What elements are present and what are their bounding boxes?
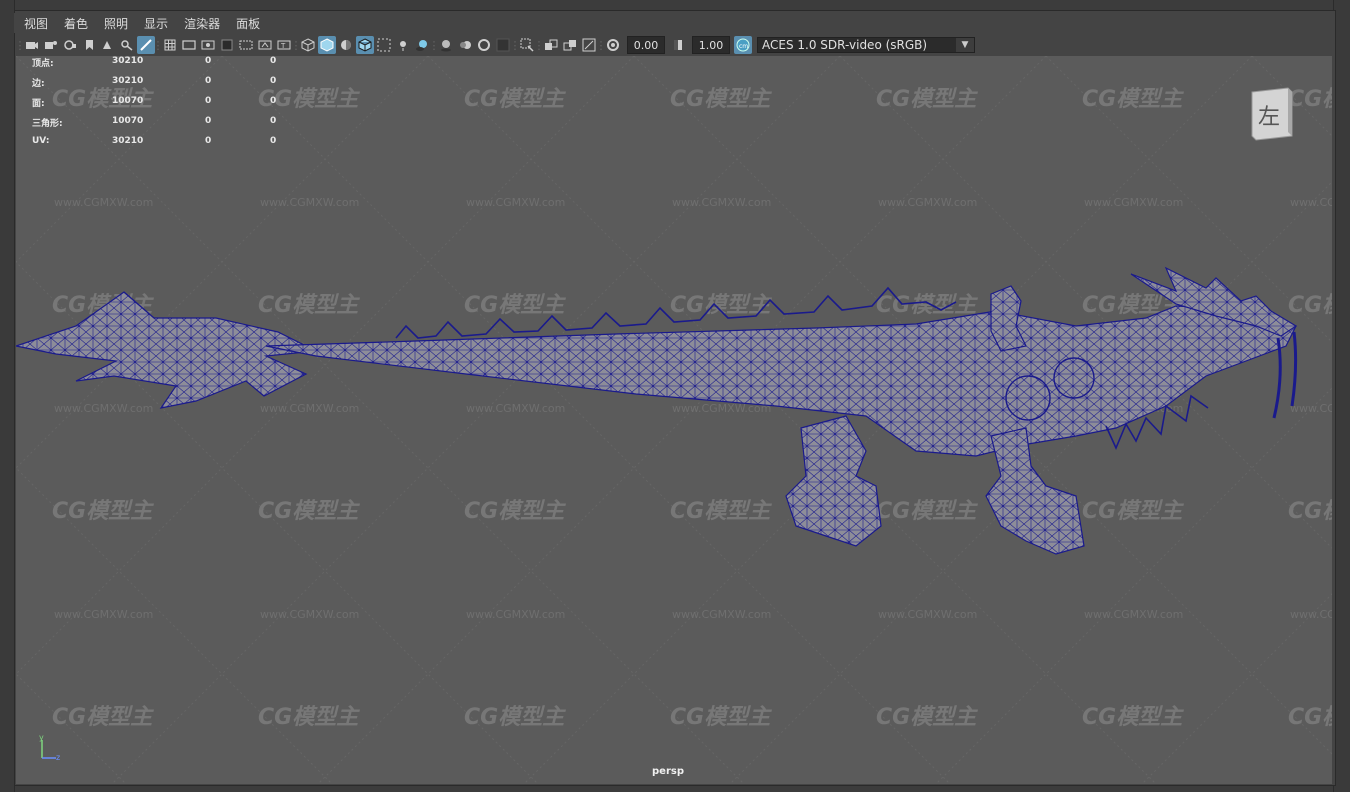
toolbar-separator: ⋮ [290,38,302,52]
menu-lighting[interactable]: 照明 [94,15,134,32]
grease-pencil-icon[interactable] [99,36,117,54]
ambient-occlusion-icon[interactable] [437,36,455,54]
multisample-aa-icon[interactable] [475,36,493,54]
back-leg [785,415,882,547]
menu-panels[interactable]: 面板 [226,15,266,32]
dragon-body [265,305,1297,457]
svg-text:T: T [280,42,286,50]
xray-active-icon[interactable] [561,36,579,54]
panel-menubar: 视图 着色 照明 显示 渲染器 面板 [14,13,1334,33]
camera-name: persp [652,766,684,777]
hud-value: 30210 [112,76,144,86]
grid-icon[interactable] [161,36,179,54]
shoulder-armor [1005,375,1051,421]
axis-gizmo: y z [36,733,66,764]
hud-label: 面: [32,99,45,109]
smooth-shade-icon[interactable] [318,36,336,54]
panel-toolbar: ⋮ ⋮ T ⋮ ⋮ ⋮ ⋮ ⋮ 0.00 1.00 cm ACES 1.0 SD… [15,34,1332,56]
image-plane-icon[interactable] [80,36,98,54]
toolbar-separator: ⋮ [152,38,164,52]
toolbar-separator: ⋮ [509,38,521,52]
select-camera-icon[interactable] [23,36,41,54]
chest-armor [1053,357,1095,399]
hud-value: 30210 [112,56,144,66]
wireframe-icon[interactable] [299,36,317,54]
hud-value: 30210 [112,136,144,146]
color-management-icon[interactable]: cm [734,36,752,54]
exposure-icon[interactable] [604,36,622,54]
motion-blur-icon[interactable] [456,36,474,54]
film-gate-icon[interactable] [180,36,198,54]
hud-value: 0 [270,116,277,126]
view-transform-dropdown[interactable]: ACES 1.0 SDR-video (sRGB) ▼ [757,37,975,53]
2d-pan-zoom-icon[interactable] [118,36,136,54]
hud-value: 0 [205,76,212,86]
chevron-down-icon[interactable]: ▼ [956,38,974,52]
hud-value: 10070 [112,116,144,126]
hud-value: 0 [270,96,277,106]
toolbar-separator: ⋮ [428,38,440,52]
gamma-field[interactable]: 1.00 [692,36,730,54]
axis-z-label: z [56,753,60,762]
field-chart-icon[interactable] [237,36,255,54]
menu-view[interactable]: 视图 [14,15,54,32]
svg-text:cm: cm [739,43,748,50]
hud-label: 三角形: [32,119,63,129]
left-edge [0,0,15,792]
menu-show[interactable]: 显示 [134,15,174,32]
axis-y-label: y [39,734,44,742]
hud-value: 0 [205,116,212,126]
hud-value: 0 [205,96,212,106]
hud-value: 0 [270,136,277,146]
safe-action-icon[interactable] [256,36,274,54]
tail-fin [16,291,319,409]
persp-viewport[interactable]: CG模型主 CG模型主 CG模型主 CG模型主 www.CGMXW.com www.CGM… [16,56,1332,784]
hud-label: 顶点: [32,59,54,69]
dragon-model[interactable] [16,56,1332,784]
menu-shading[interactable]: 着色 [54,15,94,32]
gate-mask-icon[interactable] [218,36,236,54]
camera-attributes-icon[interactable] [42,36,60,54]
exposure-field[interactable]: 0.00 [627,36,665,54]
hud-value: 0 [270,76,277,86]
viewcube[interactable]: 左 [1248,86,1293,141]
bookmark-icon[interactable] [61,36,79,54]
view-transform-value: ACES 1.0 SDR-video (sRGB) [762,38,928,52]
viewcube-face-label[interactable]: 左 [1258,105,1280,130]
hud-value: 0 [205,136,212,146]
front-leg [985,427,1085,555]
gamma-icon[interactable] [669,36,687,54]
use-all-lights-icon[interactable] [394,36,412,54]
toolbar-separator: ⋮ [533,38,545,52]
hud-label: UV: [32,136,50,146]
hud-value: 0 [270,56,277,66]
toolbar-grip[interactable]: ⋮ [15,36,26,54]
hud-value: 10070 [112,96,144,106]
toolbar-separator: ⋮ [595,38,607,52]
default-material-icon[interactable] [337,36,355,54]
resolution-gate-icon[interactable] [199,36,217,54]
menu-renderer[interactable]: 渲染器 [174,15,226,32]
hud-value: 0 [205,56,212,66]
xray-joints-icon[interactable] [542,36,560,54]
hud-label: 边: [32,79,45,89]
xray-icon[interactable] [375,36,393,54]
wireframe-on-shaded-icon[interactable] [356,36,374,54]
